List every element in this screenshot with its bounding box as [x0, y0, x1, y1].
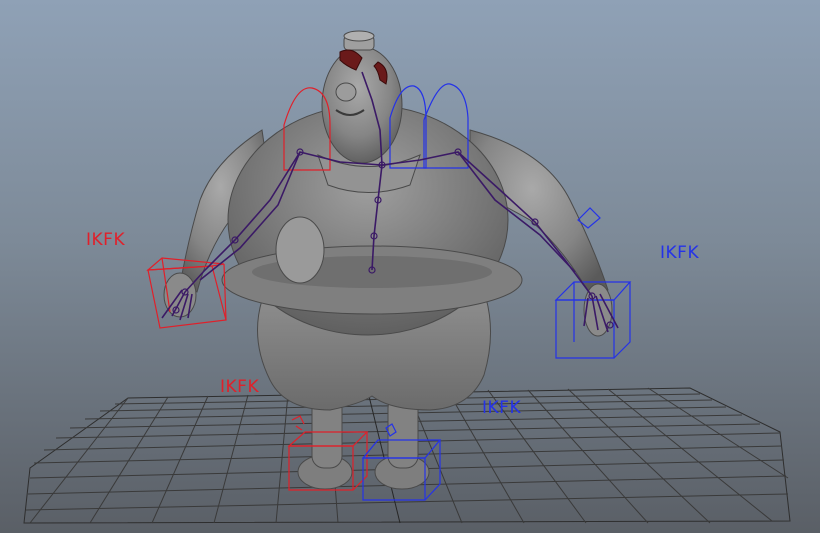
leg-left-ikfk-switch[interactable]: IKFK	[220, 379, 259, 396]
maya-viewport[interactable]: IKFK IKFK IKFK IKFK	[0, 0, 820, 533]
knee-marker	[291, 415, 305, 431]
box-edge	[352, 432, 368, 491]
leg-right-ikfk-switch[interactable]: IKFK	[482, 400, 521, 417]
grid-line	[275, 393, 289, 524]
grid-line	[607, 388, 773, 522]
nose	[335, 82, 357, 102]
hat-top	[343, 30, 375, 42]
arm-right-ikfk-switch[interactable]: IKFK	[660, 245, 699, 262]
left-knee-control[interactable]	[291, 415, 305, 431]
held-object	[275, 216, 325, 284]
grid-line	[25, 493, 789, 511]
grid-line	[29, 397, 129, 524]
character-mesh[interactable]	[163, 30, 613, 490]
viewport-scene[interactable]	[0, 0, 820, 533]
arm-left-ikfk-switch[interactable]: IKFK	[86, 232, 125, 249]
box-edge	[613, 282, 631, 359]
